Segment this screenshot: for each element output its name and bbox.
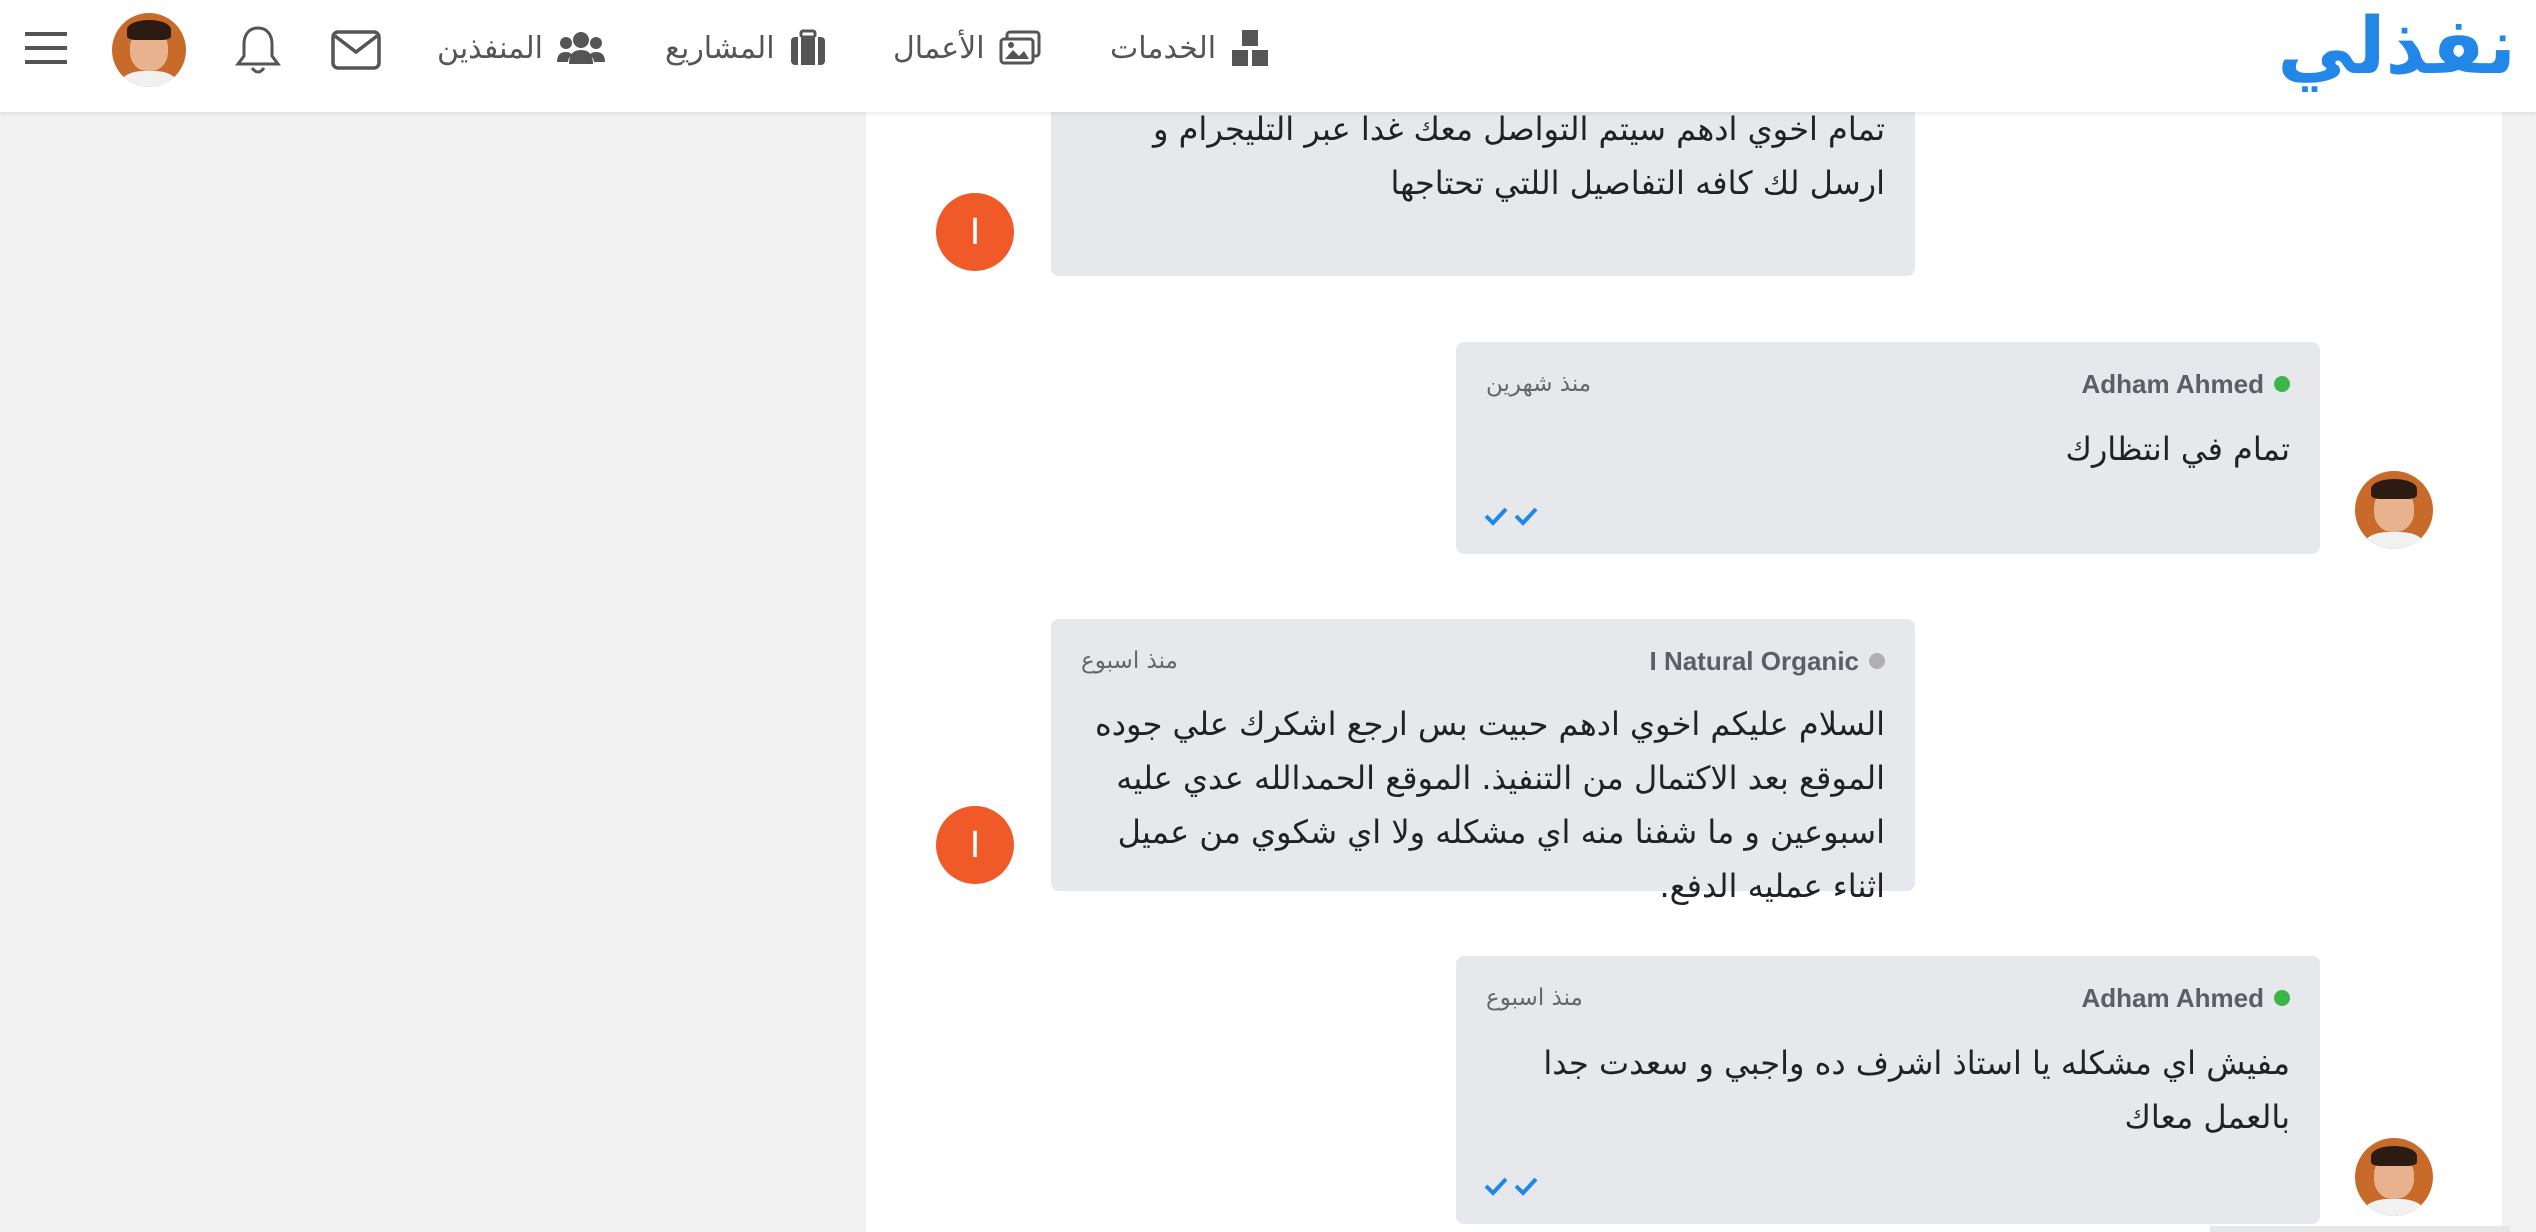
top-navbar: نفذلي الخدمات الأعمال المشاريع المنفذين xyxy=(0,0,2536,112)
chat-panel: تمام اخوي ادهم سيتم التواصل معك غدا عبر … xyxy=(866,92,2502,1232)
message-time: منذ شهرين xyxy=(1486,371,1592,397)
bell-icon xyxy=(235,26,281,74)
online-status-dot xyxy=(2274,376,2290,392)
main-menu-button[interactable] xyxy=(24,28,68,68)
message-text: السلام عليكم اخوي ادهم حبيت بس ارجع اشكر… xyxy=(1095,705,1885,905)
message-header: I Natural Organic منذ اسبوع xyxy=(1081,641,1885,681)
works-icon xyxy=(999,30,1041,65)
projects-icon xyxy=(790,29,825,65)
nav-works[interactable]: الأعمال xyxy=(893,26,1041,70)
sender-avatar[interactable] xyxy=(2355,1138,2433,1216)
message-bubble: I Natural Organic منذ اسبوع السلام عليكم… xyxy=(1051,619,1915,905)
bottom-divider xyxy=(2210,1226,2510,1232)
site-logo[interactable]: نفذلي xyxy=(2277,2,2518,92)
message-bubble: Adham Ahmed منذ شهرين تمام في انتظارك xyxy=(1456,342,2320,554)
sender-name[interactable]: I Natural Organic xyxy=(1650,646,1860,677)
message-time: منذ اسبوع xyxy=(1486,985,1583,1011)
read-receipt-icon xyxy=(1484,1177,1538,1196)
hamburger-menu-icon xyxy=(25,32,67,64)
message-header: Adham Ahmed منذ شهرين xyxy=(1486,364,2290,404)
message-text: تمام في انتظارك xyxy=(2065,430,2290,468)
sender-name[interactable]: Adham Ahmed xyxy=(2082,983,2265,1014)
message-header: Adham Ahmed منذ اسبوع xyxy=(1486,978,2290,1018)
nav-freelancers-label: المنفذين xyxy=(437,30,543,66)
sender-info: I Natural Organic xyxy=(1650,646,1885,677)
offline-status-dot xyxy=(1869,653,1885,669)
sender-avatar[interactable]: I xyxy=(936,806,1014,884)
message-text: تمام اخوي ادهم سيتم التواصل معك غدا عبر … xyxy=(1152,110,1885,202)
online-status-dot xyxy=(2274,990,2290,1006)
message-bubble: Adham Ahmed منذ اسبوع مفيش اي مشكله يا ا… xyxy=(1456,956,2320,1224)
sender-avatar[interactable] xyxy=(2355,471,2433,549)
sender-info: Adham Ahmed xyxy=(2082,369,2290,400)
messages-button[interactable] xyxy=(330,24,382,76)
envelope-icon xyxy=(331,30,381,70)
nav-projects-label: المشاريع xyxy=(665,30,775,66)
nav-services-label: الخدمات xyxy=(1110,30,1217,66)
user-avatar[interactable] xyxy=(112,13,186,87)
notifications-button[interactable] xyxy=(232,22,284,78)
nav-projects[interactable]: المشاريع xyxy=(665,26,827,70)
nav-freelancers[interactable]: المنفذين xyxy=(437,26,605,70)
message-bubble: تمام اخوي ادهم سيتم التواصل معك غدا عبر … xyxy=(1051,92,1915,276)
message-text: مفيش اي مشكله يا استاذ اشرف ده واجبي و س… xyxy=(1543,1044,2290,1136)
services-icon xyxy=(1232,30,1269,66)
sender-name[interactable]: Adham Ahmed xyxy=(2082,369,2265,400)
sender-avatar[interactable]: I xyxy=(936,193,1014,271)
message-time: منذ اسبوع xyxy=(1081,648,1178,674)
nav-services[interactable]: الخدمات xyxy=(1110,26,1270,70)
freelancers-icon xyxy=(556,32,605,64)
read-receipt-icon xyxy=(1484,507,1538,526)
nav-works-label: الأعمال xyxy=(893,30,985,66)
sender-info: Adham Ahmed xyxy=(2082,983,2290,1014)
